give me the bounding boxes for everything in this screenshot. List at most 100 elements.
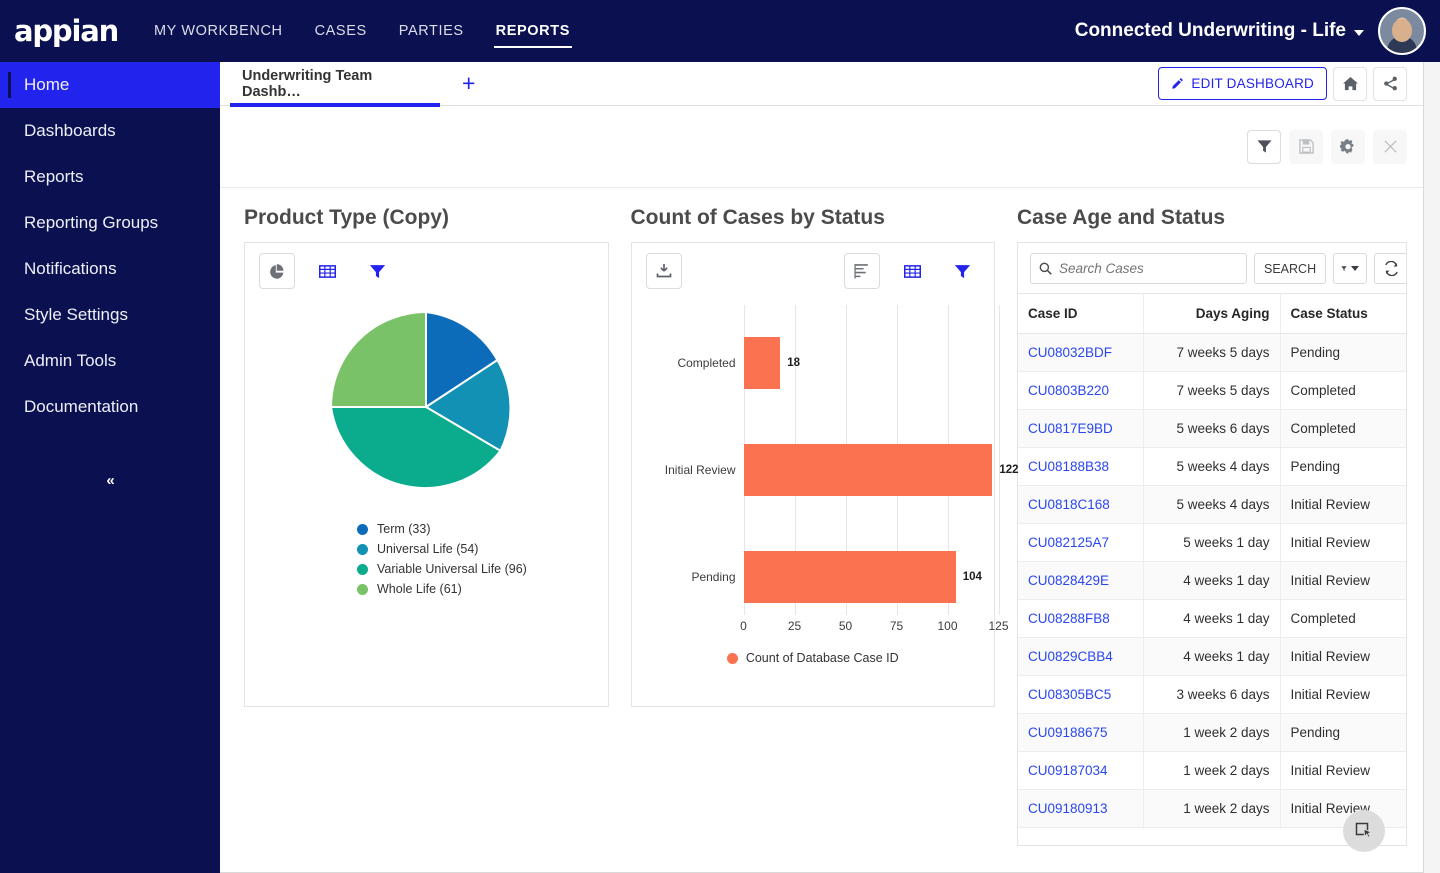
sidebar-item-reporting-groups[interactable]: Reporting Groups	[0, 200, 220, 246]
bar-chart-legend[interactable]: Count of Database Case ID	[632, 651, 995, 665]
bar-initial-review[interactable]	[743, 444, 993, 496]
table-row[interactable]: CU08188B38 5 weeks 4 days Pending	[1018, 447, 1406, 486]
sidebar-item-dashboards[interactable]: Dashboards	[0, 108, 220, 154]
legend-item[interactable]: Whole Life (61)	[357, 579, 608, 599]
pie-view-button[interactable]	[259, 253, 295, 289]
sidebar-item-notifications[interactable]: Notifications	[0, 246, 220, 292]
case-id-link[interactable]: CU09180913	[1028, 801, 1108, 816]
dashboard-tab-bar: Underwriting Team Dashb… + EDIT DASHBOAR…	[220, 62, 1423, 107]
legend-item[interactable]: Variable Universal Life (96)	[357, 559, 608, 579]
pie-filter-button[interactable]	[359, 253, 395, 289]
collapse-sidebar-icon[interactable]: «	[0, 472, 220, 489]
tab-underwriting-team-dashboard[interactable]: Underwriting Team Dashb…	[230, 62, 440, 107]
bar-pending[interactable]	[743, 551, 956, 603]
dashboard-card: Underwriting Team Dashb… + EDIT DASHBOAR…	[220, 62, 1424, 873]
table-row[interactable]: CU08305BC5 3 weeks 6 days Initial Review	[1018, 675, 1406, 714]
case-id-link[interactable]: CU08305BC5	[1028, 687, 1111, 702]
cell-case-id: CU0818C168	[1018, 485, 1145, 524]
widget-toolbar-row	[220, 106, 1423, 188]
column-header-case-id[interactable]: Case ID	[1018, 293, 1145, 334]
table-search-row: SEARCH	[1018, 243, 1406, 293]
pie-chart-card: Term (33) Universal Life (54) Variable U…	[244, 242, 609, 707]
table-row[interactable]: CU0817E9BD 5 weeks 6 days Completed	[1018, 409, 1406, 448]
table-row[interactable]: CU09187034 1 week 2 days Initial Review	[1018, 751, 1406, 790]
horizontal-bar-chart-icon	[853, 263, 868, 278]
pie-chart-graphic[interactable]	[326, 307, 526, 507]
legend-item[interactable]: Universal Life (54)	[357, 539, 608, 559]
case-id-link[interactable]: CU08288FB8	[1028, 611, 1110, 626]
grid-view-button[interactable]	[309, 253, 345, 289]
bar-filter-button[interactable]	[944, 253, 980, 289]
select-element-floating-button[interactable]	[1343, 810, 1385, 852]
pie-slice-whole-life[interactable]	[330, 310, 428, 408]
case-id-link[interactable]: CU09188675	[1028, 725, 1108, 740]
case-id-link[interactable]: CU08188B38	[1028, 459, 1109, 474]
application-switcher[interactable]: Connected Underwriting - Life	[1075, 20, 1364, 42]
share-button[interactable]	[1373, 66, 1407, 101]
cell-case-id: CU09187034	[1018, 751, 1145, 790]
sidebar-item-label: Documentation	[24, 397, 139, 416]
settings-button[interactable]	[1331, 129, 1365, 164]
x-axis-tick: 100	[937, 619, 958, 633]
search-input[interactable]	[1059, 261, 1238, 276]
table-row[interactable]: CU0803B220 7 weeks 5 days Completed	[1018, 371, 1406, 410]
cell-case-id: CU08188B38	[1018, 447, 1145, 486]
nav-link-reports[interactable]: REPORTS	[493, 19, 573, 48]
add-tab-icon[interactable]: +	[462, 72, 475, 95]
table-header-row: Case ID Days Aging Case Status	[1018, 293, 1406, 334]
table-row[interactable]: CU0829CBB4 4 weeks 1 day Initial Review	[1018, 637, 1406, 676]
case-id-link[interactable]: CU082125A7	[1028, 535, 1109, 550]
sidebar-item-style-settings[interactable]: Style Settings	[0, 292, 220, 338]
dashboard-actions: EDIT DASHBOARD	[1158, 66, 1407, 101]
sidebar-item-admin-tools[interactable]: Admin Tools	[0, 338, 220, 384]
search-button[interactable]: SEARCH	[1254, 253, 1327, 284]
cell-case-status: Initial Review	[1280, 523, 1406, 562]
left-sidebar: Home Dashboards Reports Reporting Groups…	[0, 62, 220, 873]
nav-link-parties[interactable]: PARTIES	[399, 19, 464, 43]
case-id-link[interactable]: CU08032BDF	[1028, 345, 1112, 360]
save-button[interactable]	[1289, 129, 1323, 164]
user-avatar[interactable]	[1378, 7, 1426, 55]
bar-row-completed: Completed 18	[677, 337, 983, 389]
case-id-link[interactable]: CU09187034	[1028, 763, 1108, 778]
case-id-link[interactable]: CU0817E9BD	[1028, 421, 1113, 436]
sidebar-item-documentation[interactable]: Documentation	[0, 384, 220, 430]
legend-label: Variable Universal Life (96)	[377, 562, 527, 576]
case-id-link[interactable]: CU0803B220	[1028, 383, 1109, 398]
table-row[interactable]: CU0818C168 5 weeks 4 days Initial Review	[1018, 485, 1406, 524]
case-id-link[interactable]: CU0828429E	[1028, 573, 1109, 588]
table-row[interactable]: CU0828429E 4 weeks 1 day Initial Review	[1018, 561, 1406, 600]
table-row[interactable]: CU08032BDF 7 weeks 5 days Pending	[1018, 333, 1406, 372]
case-id-link[interactable]: CU0829CBB4	[1028, 649, 1113, 664]
sidebar-item-reports[interactable]: Reports	[0, 154, 220, 200]
funnel-icon	[954, 264, 970, 278]
table-row[interactable]: CU09188675 1 week 2 days Pending	[1018, 713, 1406, 752]
column-header-case-status[interactable]: Case Status	[1280, 293, 1406, 334]
case-id-link[interactable]: CU0818C168	[1028, 497, 1110, 512]
filter-button[interactable]	[1247, 129, 1281, 164]
nav-link-cases[interactable]: CASES	[315, 19, 367, 43]
edit-dashboard-button[interactable]: EDIT DASHBOARD	[1158, 67, 1327, 100]
search-field-wrapper[interactable]	[1030, 253, 1247, 284]
nav-link-my-workbench[interactable]: MY WORKBENCH	[154, 19, 283, 43]
grid-view-button[interactable]	[894, 253, 930, 289]
bar-completed[interactable]	[743, 337, 781, 389]
table-filter-dropdown[interactable]	[1333, 253, 1368, 284]
case-age-and-status-widget: Case Age and Status SEARCH	[1017, 206, 1407, 846]
column-header-days-aging[interactable]: Days Aging	[1143, 293, 1281, 334]
legend-swatch-universal-life	[357, 543, 368, 555]
close-icon	[1383, 140, 1397, 153]
export-button[interactable]	[645, 253, 682, 289]
bar-view-button[interactable]	[844, 253, 880, 289]
cell-case-status: Completed	[1280, 371, 1406, 410]
appian-logo[interactable]: appian	[14, 16, 119, 46]
table-row[interactable]: CU08288FB8 4 weeks 1 day Completed	[1018, 599, 1406, 638]
home-button[interactable]	[1333, 66, 1367, 101]
refresh-button[interactable]	[1374, 253, 1406, 284]
cell-days-aging: 1 week 2 days	[1143, 751, 1281, 790]
table-row[interactable]: CU082125A7 5 weeks 1 day Initial Review	[1018, 523, 1406, 562]
x-axis-tick: 125	[988, 619, 1009, 633]
sidebar-item-home[interactable]: Home	[0, 62, 220, 108]
legend-item[interactable]: Term (33)	[357, 519, 608, 539]
close-button[interactable]	[1373, 129, 1407, 164]
